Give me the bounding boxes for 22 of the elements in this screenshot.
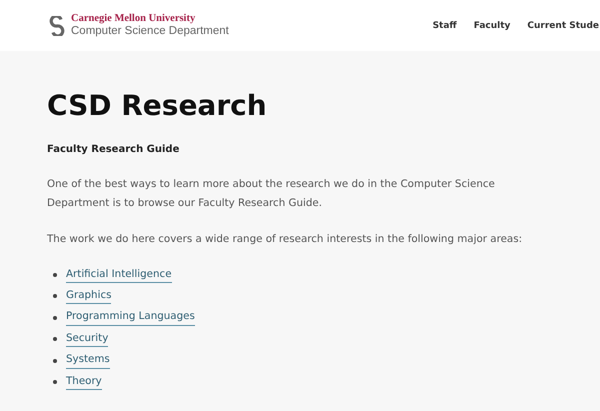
research-area-link[interactable]: Theory xyxy=(66,374,102,390)
nav-link[interactable]: Current Stude xyxy=(527,20,599,30)
nav-link[interactable]: Faculty xyxy=(474,20,510,30)
bullet-icon xyxy=(53,316,57,320)
section-subtitle: Faculty Research Guide xyxy=(47,144,180,155)
bullet-icon xyxy=(53,294,57,298)
research-area-link[interactable]: Graphics xyxy=(66,288,112,304)
page-title: CSD Research xyxy=(47,89,268,122)
logo-icon xyxy=(48,16,66,36)
research-area-link[interactable]: Security xyxy=(66,330,108,348)
research-area-link[interactable]: Programming Languages xyxy=(66,309,195,326)
university-name: Carnegie Mellon University xyxy=(71,12,196,25)
paragraph: The work we do here covers a wide range of research interests in the following major areas: xyxy=(47,232,524,248)
department-name: Computer Science Department xyxy=(71,24,229,38)
bullet-icon xyxy=(53,380,57,384)
nav-link[interactable]: Staff xyxy=(432,20,457,30)
bullet-icon xyxy=(53,337,57,342)
bullet-icon xyxy=(53,272,57,277)
research-area-link[interactable]: Systems xyxy=(66,352,110,369)
paragraph: One of the best ways to learn more about the research we do in the Computer Science Department is to browse our Faculty Research Guide. xyxy=(47,177,496,211)
research-area-link[interactable]: Artificial Intelligence xyxy=(66,266,172,284)
bullet-icon xyxy=(53,358,57,363)
